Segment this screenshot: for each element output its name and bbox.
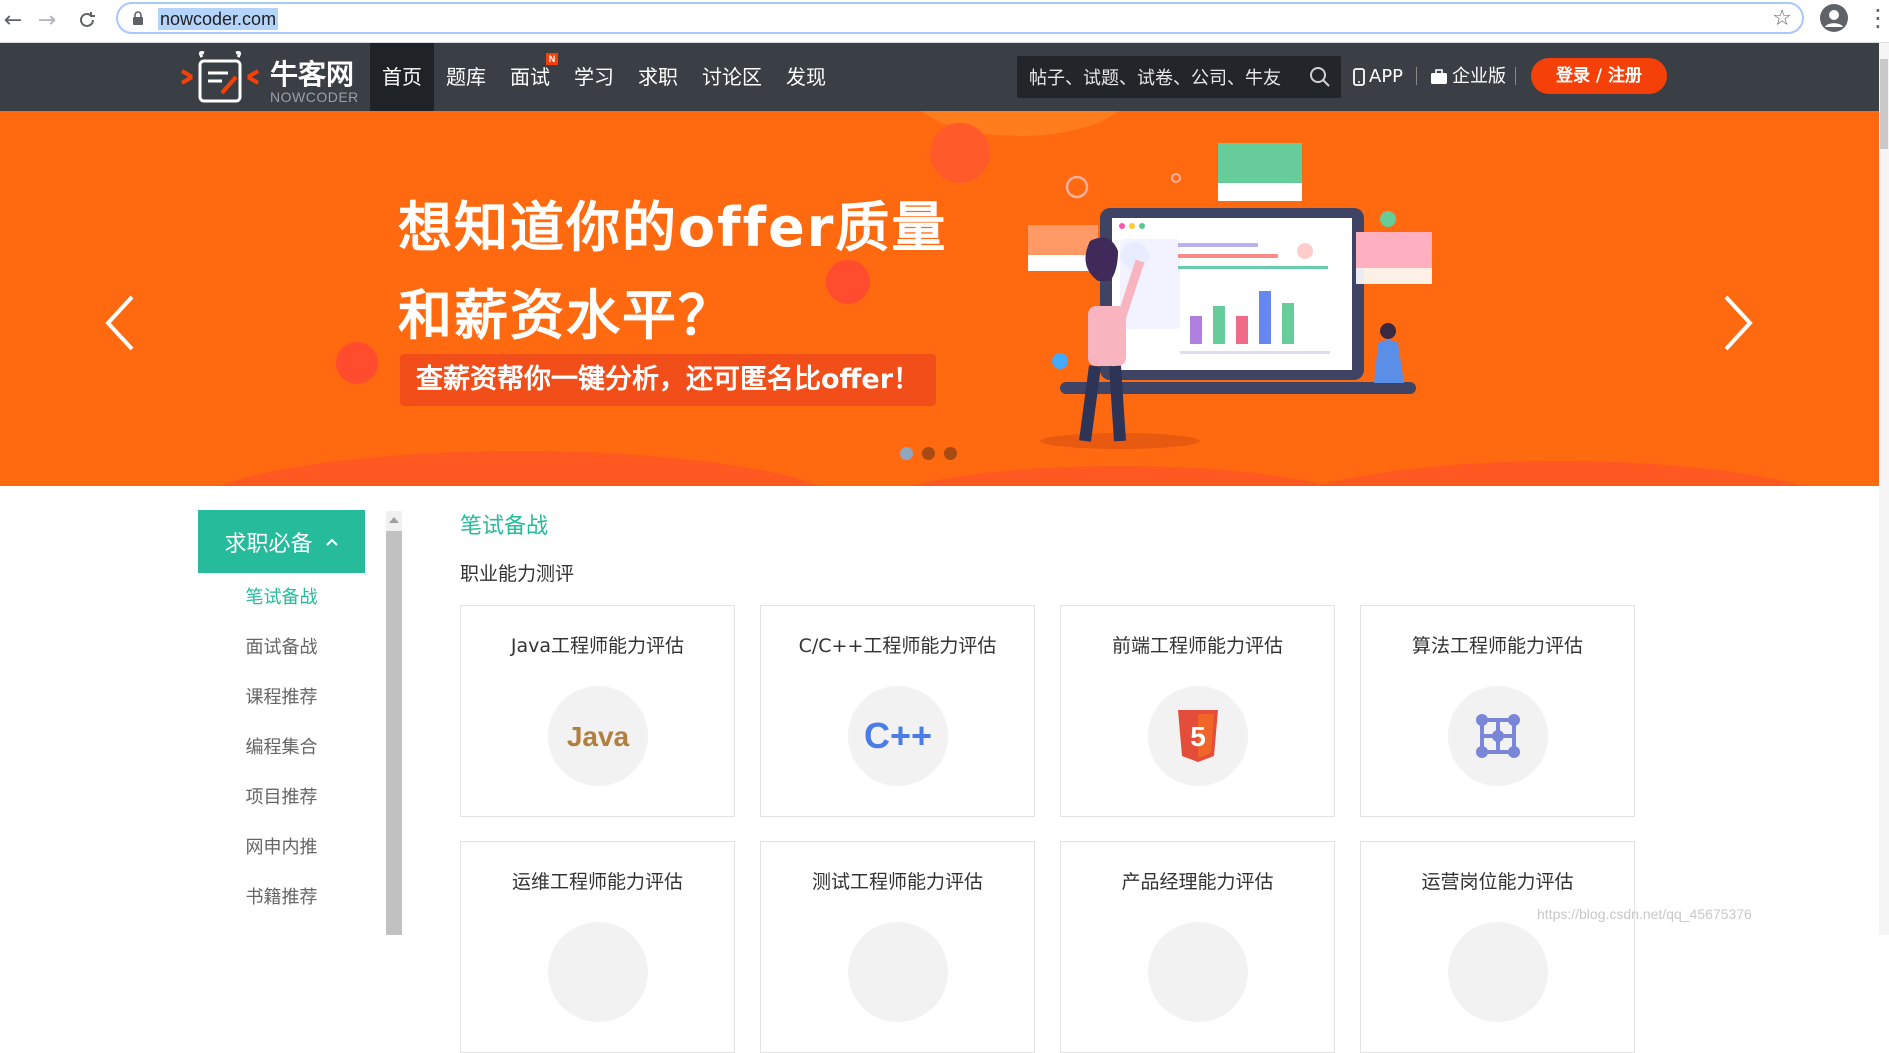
card-title: Java工程师能力评估	[510, 635, 685, 657]
banner-headline-2: 和薪资水平？	[398, 284, 734, 347]
watermark: https://blog.csdn.net/qq_45675376	[1537, 906, 1752, 922]
nav-item-question-bank[interactable]: 题库	[434, 43, 498, 111]
nav-item-jobs[interactable]: 求职	[626, 43, 690, 111]
profile-avatar-icon[interactable]	[1820, 4, 1848, 32]
cpp-icon: C++	[848, 686, 948, 786]
back-icon[interactable]: ←	[0, 7, 26, 33]
search-icon[interactable]	[1309, 66, 1331, 88]
card-title: 前端工程师能力评估	[1111, 635, 1283, 657]
briefcase-icon	[1431, 69, 1447, 84]
carousel-dots	[900, 447, 957, 460]
sidebar-item-interview-prep[interactable]: 面试备战	[198, 623, 365, 673]
nav-item-learn[interactable]: 学习	[562, 43, 626, 111]
main-nav: 首页 题库 面试 N 学习 求职 讨论区 发现	[370, 43, 838, 111]
sidebar-section-title: 求职必备	[224, 531, 313, 557]
assessment-card[interactable]: C/C++工程师能力评估 C++	[760, 605, 1035, 817]
assessment-card[interactable]: 测试工程师能力评估	[760, 841, 1035, 1053]
sidebar: 求职必备 笔试备战 面试备战 课程推荐 编程集合 项目推荐 网申内推 书籍推荐	[198, 510, 365, 923]
sidebar-item-referrals[interactable]: 网申内推	[198, 823, 365, 873]
card-title: 测试工程师能力评估	[811, 871, 983, 893]
app-link-label: APP	[1369, 66, 1404, 87]
page-scrollbar-thumb[interactable]	[1880, 59, 1888, 149]
sidebar-item-projects[interactable]: 项目推荐	[198, 773, 365, 823]
assessment-card[interactable]: 前端工程师能力评估 5	[1060, 605, 1335, 817]
assessment-card[interactable]: 运维工程师能力评估	[460, 841, 735, 1053]
assessment-card[interactable]: 产品经理能力评估	[1060, 841, 1335, 1053]
card-title: 运维工程师能力评估	[511, 871, 683, 893]
product-icon	[1148, 922, 1248, 1022]
main-content: 笔试备战 职业能力测评 Java工程师能力评估 Java C/C++工程师能力评…	[460, 510, 1640, 1053]
assessment-card-grid: Java工程师能力评估 Java C/C++工程师能力评估 C++ 前端工程师能…	[460, 605, 1635, 1053]
sidebar-item-coding-collection[interactable]: 编程集合	[198, 723, 365, 773]
subsection-title: 职业能力测评	[460, 563, 575, 585]
card-title: 算法工程师能力评估	[1411, 635, 1583, 657]
chevron-up-icon	[325, 538, 338, 546]
carousel-dot[interactable]	[900, 447, 913, 460]
section-title: 笔试备战	[460, 514, 549, 539]
ops-icon	[548, 922, 648, 1022]
sidebar-item-written-test[interactable]: 笔试备战	[198, 573, 365, 623]
banner-cta[interactable]: 查薪资帮你一键分析，还可匿名比offer！	[400, 354, 937, 406]
assessment-card[interactable]: 算法工程师能力评估	[1360, 605, 1635, 817]
nav-item-home[interactable]: 首页	[370, 43, 434, 111]
brand-name-en: NOWCODER	[270, 89, 359, 105]
next-slide-arrow-icon[interactable]	[1720, 293, 1756, 353]
address-bar[interactable]: nowcoder.com ☆	[116, 2, 1804, 34]
nav-item-interview[interactable]: 面试 N	[498, 43, 562, 111]
browser-menu-icon[interactable]: ⋮	[1866, 4, 1889, 32]
assessment-card[interactable]: 运营岗位能力评估	[1360, 841, 1635, 1053]
sidebar-scrollbar[interactable]	[386, 511, 402, 935]
scrollbar-thumb[interactable]	[386, 531, 402, 935]
card-title: C/C++工程师能力评估	[798, 635, 997, 657]
svg-text:C++: C++	[864, 715, 932, 756]
cow-logo-icon	[180, 51, 260, 103]
carousel-dot[interactable]	[922, 447, 935, 460]
nav-item-discover[interactable]: 发现	[774, 43, 838, 111]
bookmark-star-icon[interactable]: ☆	[1772, 6, 1792, 31]
url-text[interactable]: nowcoder.com	[158, 8, 279, 30]
enterprise-link-label: 企业版	[1452, 66, 1506, 87]
banner-illustration	[220, 111, 1804, 486]
enterprise-link[interactable]: 企业版	[1430, 63, 1506, 91]
sidebar-section-header[interactable]: 求职必备	[198, 510, 365, 573]
prev-slide-arrow-icon[interactable]	[102, 293, 138, 353]
site-header: 牛客网 NOWCODER 首页 题库 面试 N 学习 求职 讨论区 发现 APP…	[0, 43, 1879, 111]
sidebar-item-books[interactable]: 书籍推荐	[198, 873, 365, 923]
page-scrollbar[interactable]	[1879, 43, 1889, 935]
login-register-button[interactable]: 登录 / 注册	[1531, 58, 1667, 94]
nav-item-label: 面试	[510, 65, 550, 89]
card-title: 产品经理能力评估	[1121, 871, 1274, 893]
svg-text:Java: Java	[567, 721, 630, 752]
divider	[1515, 67, 1516, 85]
banner-headline-1: 想知道你的offer质量	[398, 196, 948, 259]
nav-item-discussion[interactable]: 讨论区	[690, 43, 774, 111]
promo-banner[interactable]: 想知道你的offer质量 和薪资水平？ 查薪资帮你一键分析，还可匿名比offer…	[0, 111, 1879, 486]
card-title: 运营岗位能力评估	[1421, 871, 1574, 893]
browser-toolbar: ← → nowcoder.com ☆ ⋮	[0, 0, 1889, 43]
search-input[interactable]	[1027, 60, 1301, 96]
new-badge: N	[546, 53, 558, 65]
lock-icon	[133, 11, 143, 25]
site-search	[1017, 56, 1341, 98]
algorithm-icon	[1448, 686, 1548, 786]
mobile-phone-icon	[1353, 68, 1365, 86]
svg-text:5: 5	[1190, 721, 1206, 752]
app-link[interactable]: APP	[1353, 63, 1403, 91]
html5-icon: 5	[1148, 686, 1248, 786]
site-logo[interactable]: 牛客网 NOWCODER	[178, 49, 368, 105]
scroll-up-arrow-icon[interactable]	[389, 517, 399, 523]
divider	[1416, 67, 1417, 85]
operation-icon	[1448, 922, 1548, 1022]
java-icon: Java	[548, 686, 648, 786]
brand-name: 牛客网	[270, 58, 355, 91]
sidebar-item-courses[interactable]: 课程推荐	[198, 673, 365, 723]
reload-icon[interactable]	[74, 7, 100, 33]
assessment-card[interactable]: Java工程师能力评估 Java	[460, 605, 735, 817]
carousel-dot[interactable]	[944, 447, 957, 460]
forward-icon[interactable]: →	[34, 7, 60, 33]
test-icon	[848, 922, 948, 1022]
